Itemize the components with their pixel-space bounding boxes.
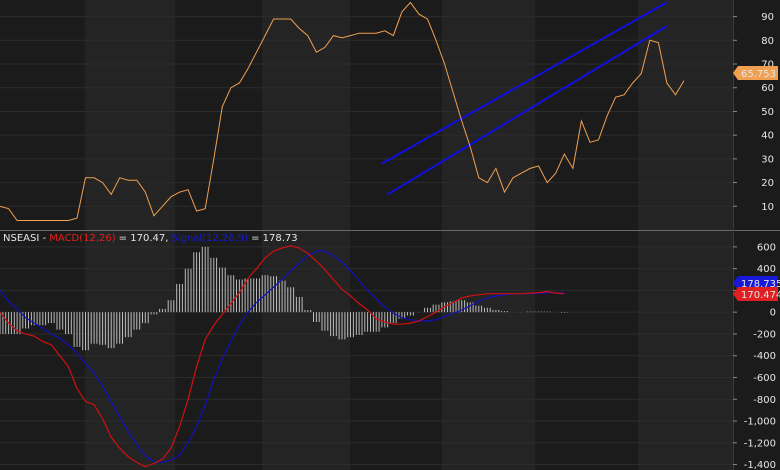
rsi-tick-label: 40 [761, 131, 774, 142]
macd-badge-text: 170.474 [741, 290, 780, 301]
macd-tick-label: -800 [753, 395, 776, 406]
header-signal-value: = 178.73 [251, 233, 298, 244]
macd-last-value-badge: 170.474 [733, 287, 780, 301]
rsi-tick-label: 60 [761, 83, 774, 94]
rsi-tick-label: 20 [761, 178, 774, 189]
header-signal-label: Signal(12,26,9) [171, 233, 248, 244]
macd-tick-label: -1,000 [744, 417, 776, 428]
chart-canvas[interactable]: 908070605040302010 65.753 6004002000-200… [0, 0, 780, 470]
macd-tick-label: -600 [753, 373, 776, 384]
macd-tick-label: -400 [753, 351, 776, 362]
macd-tick-label: -1,400 [744, 460, 776, 470]
macd-tick-label: -200 [753, 329, 776, 340]
rsi-tick-label: 30 [761, 154, 774, 165]
header-sep: - [39, 233, 49, 244]
rsi-badge-text: 65.753 [741, 69, 776, 80]
macd-tick-label: -1,200 [744, 438, 776, 449]
rsi-tick-label: 80 [761, 36, 774, 47]
rsi-tick-label: 50 [761, 107, 774, 118]
macd-header: NSEASI - MACD(12,26) = 170.47, Signal(12,2… [3, 233, 298, 244]
macd-tick-label: 0 [770, 308, 776, 319]
rsi-last-value-badge: 65.753 [733, 66, 778, 80]
rsi-tick-label: 90 [761, 12, 774, 23]
header-macd-label: MACD(12,26) [49, 233, 116, 244]
macd-tick-label: 600 [757, 242, 776, 253]
header-symbol: NSEASI [3, 233, 39, 244]
rsi-tick-label: 10 [761, 202, 774, 213]
macd-tick-label: 400 [757, 264, 776, 275]
chart-window: 908070605040302010 65.753 6004002000-200… [0, 0, 780, 470]
header-macd-value: = 170.47, [119, 233, 169, 244]
